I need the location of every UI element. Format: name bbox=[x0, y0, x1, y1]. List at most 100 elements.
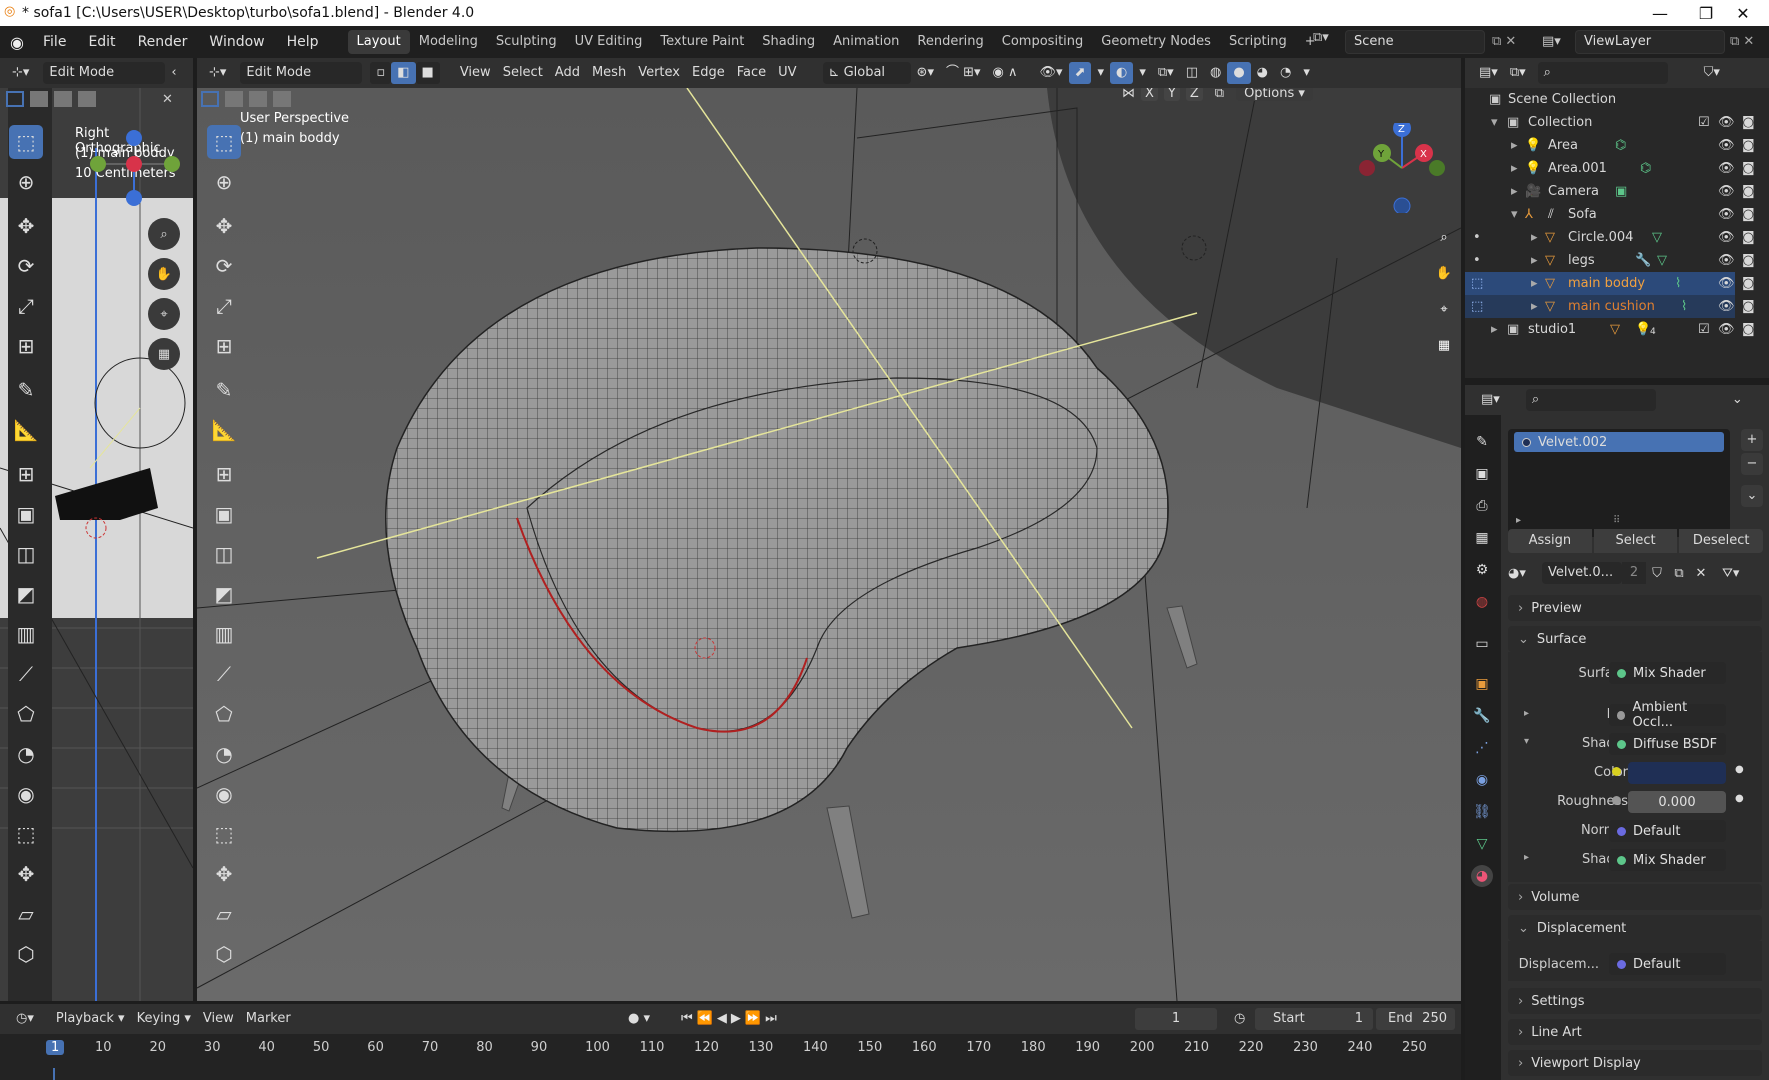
shader2-field[interactable]: Mix Shader bbox=[1609, 849, 1726, 871]
render-icon[interactable]: ◙ bbox=[1742, 253, 1755, 268]
tab-animation[interactable]: Animation bbox=[824, 30, 908, 54]
outliner-row-studio1[interactable]: ▸ ▣ studio1 ▽ 💡 4 ☑ 👁 ◙ bbox=[1465, 318, 1755, 341]
surface-panel[interactable]: ⌄ Surface bbox=[1508, 626, 1762, 652]
menu-window[interactable]: Window bbox=[198, 26, 275, 58]
tab-texture-paint[interactable]: Texture Paint bbox=[651, 30, 753, 54]
data-tab-icon[interactable]: ▽ bbox=[1471, 833, 1493, 855]
left-navigation-gizmo[interactable] bbox=[84, 128, 184, 208]
current-frame-field[interactable]: 1 bbox=[1135, 1008, 1217, 1030]
deselect-button[interactable]: Deselect bbox=[1679, 529, 1764, 553]
tab-scripting[interactable]: Scripting bbox=[1220, 30, 1296, 54]
main-select-invert-icon[interactable] bbox=[273, 91, 291, 107]
render-icon[interactable]: ◙ bbox=[1742, 230, 1755, 245]
expand-icon[interactable]: ▸ bbox=[1511, 161, 1518, 176]
left-collapse-icon[interactable]: ‹ bbox=[165, 62, 182, 84]
extrude-tool-icon[interactable]: ▣ bbox=[207, 497, 241, 531]
shading-dropdown-icon[interactable]: ▾ bbox=[1297, 62, 1316, 84]
main-camera-icon[interactable]: ⌖ bbox=[1429, 294, 1459, 324]
overlay-toggle-icon[interactable]: ◐ bbox=[1110, 62, 1134, 84]
expand-icon[interactable]: ▸ bbox=[1531, 276, 1538, 291]
view-layer-tab-icon[interactable]: ▦ bbox=[1471, 527, 1493, 549]
add-cube-tool-icon[interactable]: ⊞ bbox=[9, 457, 43, 491]
eye-icon[interactable]: 👁 bbox=[1718, 322, 1735, 337]
material-name-field[interactable]: Velvet.0... bbox=[1542, 562, 1622, 584]
outliner-filter-icon[interactable]: ⛉▾ bbox=[1698, 62, 1726, 84]
solid-shading-icon[interactable]: ● bbox=[1227, 62, 1251, 84]
shader1-field[interactable]: Diffuse BSDF bbox=[1609, 733, 1726, 755]
left-mode-select[interactable]: Edit Mode bbox=[43, 62, 166, 84]
gizmo-toggle-icon[interactable]: ⬈ bbox=[1068, 62, 1092, 84]
link-type-icon[interactable]: ⛛▾ bbox=[1722, 566, 1739, 581]
playback-menu[interactable]: Playback ▾ bbox=[50, 1008, 131, 1030]
select-extend-icon[interactable] bbox=[30, 91, 48, 107]
properties-editor-icon[interactable]: ▤▾ bbox=[1475, 389, 1506, 411]
particles-tab-icon[interactable]: ⋰ bbox=[1471, 737, 1493, 759]
menu-edit[interactable]: Edit bbox=[77, 26, 126, 58]
edge-slide-tool-icon[interactable]: ⬚ bbox=[207, 817, 241, 851]
tab-rendering[interactable]: Rendering bbox=[908, 30, 992, 54]
outliner-row-main-cushion[interactable]: ⬚ ▸ ▽ main cushion ⌇ 👁 ◙ bbox=[1465, 295, 1755, 318]
menu-file[interactable]: File bbox=[32, 26, 77, 58]
edit-mode-icon[interactable]: ⬚ bbox=[1471, 299, 1483, 314]
edge-select-icon[interactable]: ◧ bbox=[391, 62, 416, 84]
checkbox-icon[interactable]: ☑ bbox=[1698, 322, 1710, 337]
xray-icon[interactable]: ◫ bbox=[1180, 62, 1204, 84]
smooth-tool-icon[interactable]: ◉ bbox=[207, 777, 241, 811]
inset-tool-icon[interactable]: ◫ bbox=[9, 537, 43, 571]
keying-menu[interactable]: Keying ▾ bbox=[131, 1008, 197, 1030]
list-expand-icon[interactable]: ▸ bbox=[1516, 515, 1521, 526]
menu-face[interactable]: Face bbox=[731, 62, 772, 84]
playback-controls-icon[interactable]: ⏮⏪◀▶⏩⏭ bbox=[675, 1008, 787, 1030]
tab-modeling[interactable]: Modeling bbox=[410, 30, 487, 54]
timeline-editor-icon[interactable]: ◷▾ bbox=[10, 1008, 40, 1030]
tab-geometry-nodes[interactable]: Geometry Nodes bbox=[1092, 30, 1220, 54]
line-art-panel[interactable]: › Line Art bbox=[1508, 1019, 1762, 1045]
shear-tool-icon[interactable]: ▱ bbox=[207, 897, 241, 931]
view-layer-field[interactable]: ViewLayer bbox=[1575, 30, 1725, 54]
wireframe-shading-icon[interactable]: ◍ bbox=[1204, 62, 1227, 84]
rotate-tool-icon[interactable]: ⟳ bbox=[207, 249, 241, 283]
eye-icon[interactable]: 👁 bbox=[1718, 230, 1735, 245]
shear-tool-icon[interactable]: ▱ bbox=[9, 897, 43, 931]
shrink-fatten-tool-icon[interactable]: ✥ bbox=[9, 857, 43, 891]
expand-icon[interactable]: ▸ bbox=[1531, 253, 1538, 268]
annotate-tool-icon[interactable]: ✎ bbox=[9, 373, 43, 407]
menu-render[interactable]: Render bbox=[127, 26, 199, 58]
material-slot-item[interactable]: Velvet.002 bbox=[1514, 432, 1724, 452]
bevel-tool-icon[interactable]: ◩ bbox=[207, 577, 241, 611]
axis-z-button[interactable]: Z bbox=[1185, 88, 1203, 101]
overlay-dropdown-icon[interactable]: ▾ bbox=[1133, 62, 1152, 84]
scene-field[interactable]: Scene bbox=[1345, 30, 1485, 54]
main-editor-type-icon[interactable]: ⊹▾ bbox=[203, 62, 232, 84]
transform-orientation-select[interactable]: ⊾ Global bbox=[822, 62, 911, 84]
select-box-tool-icon[interactable]: ⬚ bbox=[207, 125, 241, 159]
main-pan-icon[interactable]: ✋ bbox=[1429, 258, 1459, 288]
knife-tool-icon[interactable]: ⟋ bbox=[9, 657, 43, 691]
properties-options-icon[interactable]: ⌄ bbox=[1726, 389, 1749, 411]
transform-tool-icon[interactable]: ⊞ bbox=[9, 329, 43, 363]
gizmo-dropdown-icon[interactable]: ▾ bbox=[1091, 62, 1110, 84]
menu-mesh[interactable]: Mesh bbox=[586, 62, 632, 84]
vertex-select-icon[interactable]: ▫ bbox=[370, 62, 392, 84]
main-zoom-icon[interactable]: ⌕ bbox=[1429, 222, 1459, 252]
modifier-tab-icon[interactable]: 🔧 bbox=[1471, 705, 1493, 727]
visibility-icon[interactable]: 👁▾ bbox=[1034, 62, 1069, 84]
left-close-icon[interactable]: ✕ bbox=[162, 92, 173, 107]
axis-x-button[interactable]: X bbox=[1141, 88, 1158, 101]
tab-uv-editing[interactable]: UV Editing bbox=[566, 30, 652, 54]
loop-cut-tool-icon[interactable]: ▥ bbox=[9, 617, 43, 651]
eye-icon[interactable]: 👁 bbox=[1718, 253, 1735, 268]
loop-cut-tool-icon[interactable]: ▥ bbox=[207, 617, 241, 651]
outliner-search[interactable]: ⌕ bbox=[1537, 62, 1668, 84]
expand-icon[interactable]: ▾ bbox=[1491, 115, 1498, 130]
face-select-icon[interactable]: ■ bbox=[415, 62, 440, 84]
eye-icon[interactable]: 👁 bbox=[1718, 276, 1735, 291]
render-icon[interactable]: ◙ bbox=[1742, 276, 1755, 291]
add-slot-button[interactable]: + bbox=[1741, 429, 1763, 451]
start-frame-field[interactable]: Start 1 bbox=[1255, 1008, 1373, 1030]
poly-build-tool-icon[interactable]: ⬠ bbox=[207, 697, 241, 731]
render-icon[interactable]: ◙ bbox=[1742, 184, 1755, 199]
volume-panel[interactable]: › Volume bbox=[1508, 884, 1762, 910]
blender-menu-icon[interactable]: ◉ bbox=[10, 33, 32, 52]
eye-icon[interactable]: 👁 bbox=[1718, 115, 1735, 130]
